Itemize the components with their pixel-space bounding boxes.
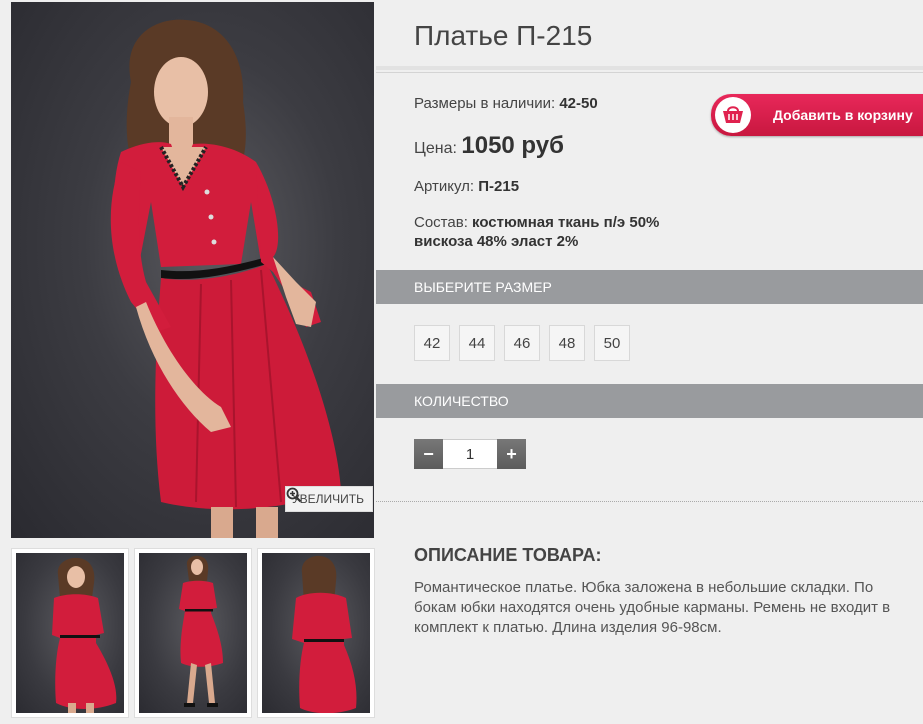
thumbnail-front-illustration (52, 557, 117, 713)
quantity-stepper: − + (414, 439, 526, 469)
available-sizes-value: 42-50 (559, 95, 598, 112)
composition: Состав: костюмная ткань п/э 50% вискоза … (414, 213, 659, 251)
basket-icon-circle (715, 97, 751, 133)
sku: Артикул: П-215 (414, 178, 519, 195)
sku-value: П-215 (478, 178, 520, 195)
size-option-50[interactable]: 50 (594, 325, 630, 361)
quantity-increase-button[interactable]: + (497, 439, 526, 469)
sku-label: Артикул: (414, 178, 475, 195)
product-title: Платье П-215 (414, 20, 593, 51)
composition-line-2: вискоза 48% эласт 2% (414, 233, 579, 250)
size-option-48[interactable]: 48 (549, 325, 585, 361)
available-sizes-label: Размеры в наличии: (414, 95, 556, 112)
section-divider (376, 501, 923, 502)
size-section-heading: ВЫБЕРИТЕ РАЗМЕР (376, 270, 923, 304)
add-to-cart-label: Добавить в корзину (773, 107, 913, 123)
main-product-photo[interactable]: УВЕЛИЧИТЬ (11, 2, 374, 538)
basket-icon (723, 106, 743, 123)
size-option-46[interactable]: 46 (504, 325, 540, 361)
thumbnail-front[interactable] (11, 548, 129, 718)
thumbnail-strip (11, 548, 375, 720)
thumbnail-full-length[interactable] (134, 548, 252, 718)
thumbnail-back[interactable] (257, 548, 375, 718)
quantity-decrease-button[interactable]: − (414, 439, 443, 469)
available-sizes: Размеры в наличии: 42-50 (414, 95, 598, 112)
thumbnail-full-length-illustration (179, 555, 223, 707)
composition-label: Состав: (414, 214, 468, 231)
title-divider-line (376, 72, 923, 73)
add-to-cart-button[interactable]: Добавить в корзину (711, 94, 923, 136)
zoom-button[interactable]: УВЕЛИЧИТЬ (285, 486, 373, 512)
price-value: 1050 руб (461, 132, 564, 159)
size-option-42[interactable]: 42 (414, 325, 450, 361)
model-in-red-dress-illustration (110, 19, 341, 538)
zoom-label: УВЕЛИЧИТЬ (292, 492, 364, 506)
description-text: Романтическое платье. Юбка заложена в не… (414, 579, 891, 636)
composition-line-1: костюмная ткань п/э 50% (472, 214, 660, 231)
price: Цена: 1050 руб (414, 132, 564, 160)
price-label: Цена: (414, 140, 457, 157)
thumbnail-back-illustration (292, 555, 357, 713)
quantity-section-heading: КОЛИЧЕСТВО (376, 384, 923, 418)
size-option-44[interactable]: 44 (459, 325, 495, 361)
title-divider (376, 66, 923, 70)
description-heading: ОПИСАНИЕ ТОВАРА: (414, 545, 602, 565)
quantity-input[interactable] (443, 439, 497, 469)
magnifier-plus-icon (286, 487, 302, 503)
